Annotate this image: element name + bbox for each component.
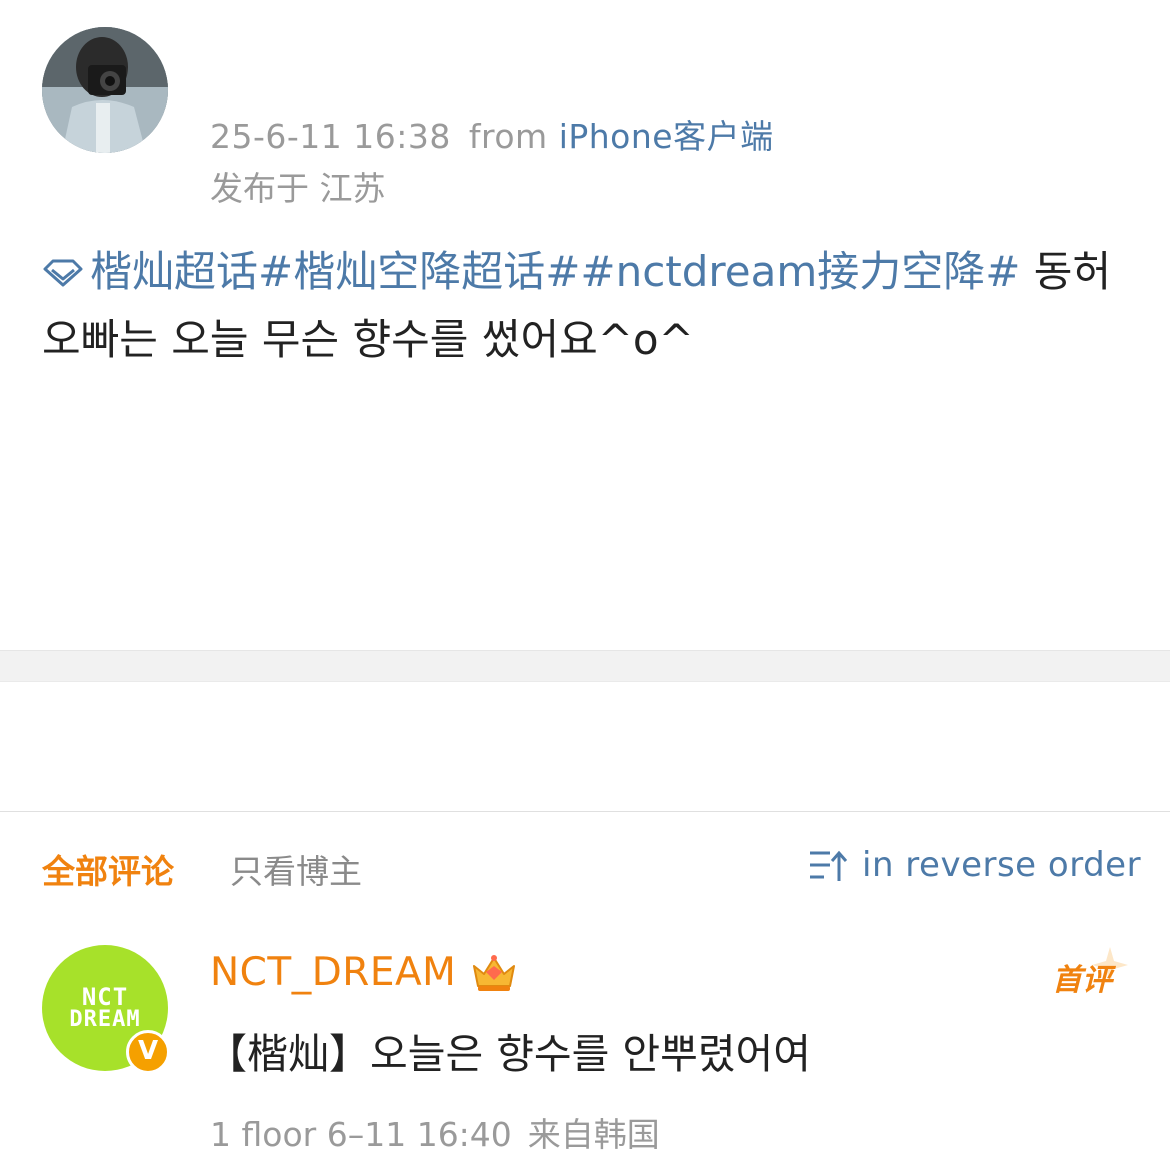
author-avatar[interactable] xyxy=(42,27,168,153)
divider-line xyxy=(0,811,1170,812)
sort-order-button[interactable]: in reverse order xyxy=(808,843,1141,887)
crown-icon xyxy=(473,955,515,991)
post-from-label: from xyxy=(468,117,548,156)
sort-order-label: in reverse order xyxy=(862,845,1142,885)
diamond-icon xyxy=(43,259,83,287)
avatar-logo-line2: DREAM xyxy=(69,1007,141,1032)
post-client-link[interactable]: iPhone客户端 xyxy=(559,117,774,156)
comment-floor: 1 floor xyxy=(210,1115,317,1154)
tab-blogger-only[interactable]: 只看博主 xyxy=(230,845,362,893)
commenter-username[interactable]: NCT_DREAM xyxy=(210,950,456,995)
verified-badge: V xyxy=(126,1030,170,1074)
post-hashtags[interactable]: 楷灿超话#楷灿空降超话##nctdream接力空降# xyxy=(90,247,1020,296)
supertopic-link[interactable]: 楷灿超话#楷灿空降超话##nctdream接力空降# xyxy=(42,247,1020,296)
sort-reverse-icon xyxy=(810,850,848,881)
comment-text: 【楷灿】오늘은 향수를 안뿌렸어여 xyxy=(206,1030,811,1078)
post-timestamp: 25-6-11 16:38 xyxy=(210,117,451,156)
post-location: 发布于 江苏 xyxy=(210,169,386,208)
section-divider xyxy=(0,650,1170,682)
first-comment-badge: 首评 xyxy=(1052,963,1112,998)
post-body: 楷灿超话#楷灿空降超话##nctdream接力空降# 동허오빠는 오늘 무슨 향… xyxy=(42,238,1132,374)
tab-all-comments[interactable]: 全部评论 xyxy=(42,845,174,893)
comment-location: 来自韩国 xyxy=(527,1115,660,1154)
comment-meta: 1 floor 6–11 16:40 来自韩国 xyxy=(210,1108,660,1156)
comment-time: 6–11 16:40 xyxy=(326,1115,512,1154)
author-avatar-photo xyxy=(42,27,168,153)
post-meta: 25-6-11 16:38 from iPhone客户端 xyxy=(210,110,774,158)
